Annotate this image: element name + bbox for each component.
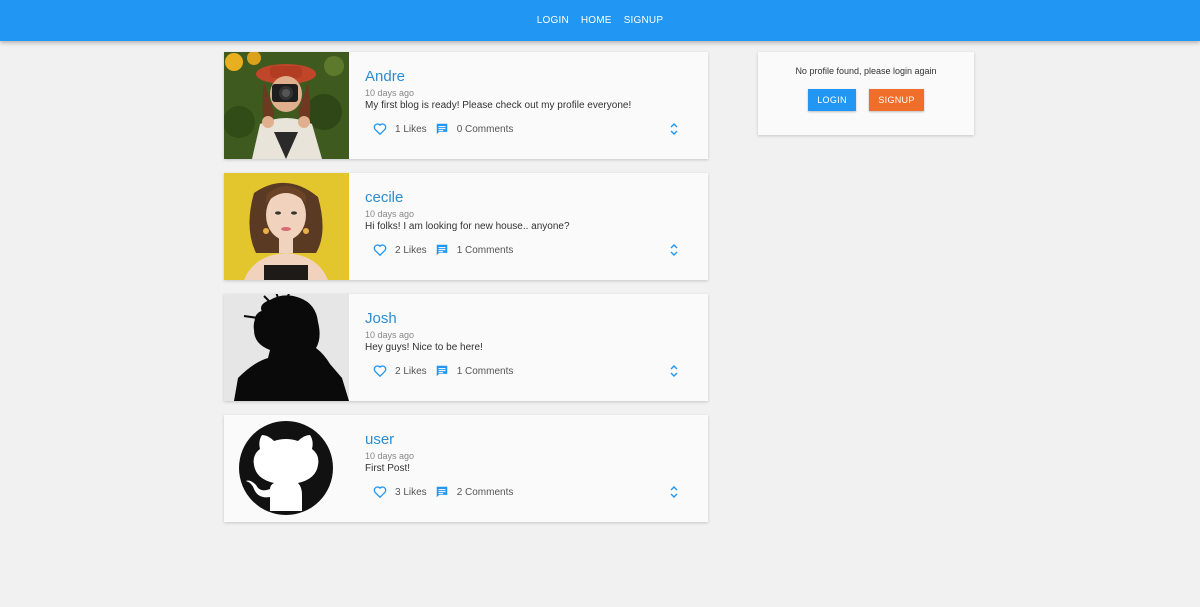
likes-count: 1 Likes [395,123,427,135]
post-timestamp: 10 days ago [365,330,415,340]
profile-notice: No profile found, please login again [795,66,937,76]
heart-icon[interactable] [373,364,387,378]
heart-icon[interactable] [373,122,387,136]
login-button[interactable]: LOGIN [808,89,856,111]
nav-login-link[interactable]: LOGIN [537,15,569,26]
comment-icon[interactable] [435,364,449,378]
signup-button[interactable]: SIGNUP [869,89,924,111]
post-avatar-photo [224,52,349,159]
expand-toggle-icon[interactable] [668,243,680,257]
comments-count: 2 Comments [456,486,514,498]
comments-count: 1 Comments [456,365,514,377]
post-timestamp: 10 days ago [365,88,415,98]
nav-home-link[interactable]: HOME [581,15,612,26]
post-timestamp: 10 days ago [365,451,415,461]
post-author[interactable]: cecile [365,189,403,206]
comments-count: 0 Comments [456,123,514,135]
expand-toggle-icon[interactable] [668,485,680,499]
post-actions: 2 Likes 1 Comments [373,243,513,257]
profile-card: No profile found, please login again LOG… [758,52,974,135]
post-actions: 2 Likes 1 Comments [373,364,513,378]
post-card: cecile 10 days ago Hi folks! I am lookin… [224,173,708,280]
nav-signup-link[interactable]: SIGNUP [624,15,664,26]
post-actions: 1 Likes 0 Comments [373,122,513,136]
heart-icon[interactable] [373,243,387,257]
expand-toggle-icon[interactable] [668,364,680,378]
likes-count: 3 Likes [395,486,427,498]
github-icon [224,415,349,522]
post-card: Josh 10 days ago Hey guys! Nice to be he… [224,294,708,401]
post-message: My first blog is ready! Please check out… [365,100,632,111]
expand-toggle-icon[interactable] [668,122,680,136]
heart-icon[interactable] [373,485,387,499]
post-feed: Andre 10 days ago My first blog is ready… [224,52,708,536]
comment-icon[interactable] [435,243,449,257]
likes-count: 2 Likes [395,365,427,377]
post-message: First Post! [365,463,411,474]
post-message: Hey guys! Nice to be here! [365,342,483,353]
post-card: user 10 days ago First Post! 3 Likes 2 C… [224,415,708,522]
post-message: Hi folks! I am looking for new house.. a… [365,221,570,232]
top-navbar: LOGIN HOME SIGNUP [0,0,1200,41]
post-actions: 3 Likes 2 Comments [373,485,513,499]
post-card: Andre 10 days ago My first blog is ready… [224,52,708,159]
comments-count: 1 Comments [456,244,514,256]
likes-count: 2 Likes [395,244,427,256]
comment-icon[interactable] [435,122,449,136]
post-timestamp: 10 days ago [365,209,415,219]
post-author[interactable]: Andre [365,68,405,85]
post-author[interactable]: Josh [365,310,397,327]
post-avatar-photo [224,173,349,280]
comment-icon[interactable] [435,485,449,499]
post-avatar-photo [224,294,349,401]
post-author[interactable]: user [365,431,394,448]
